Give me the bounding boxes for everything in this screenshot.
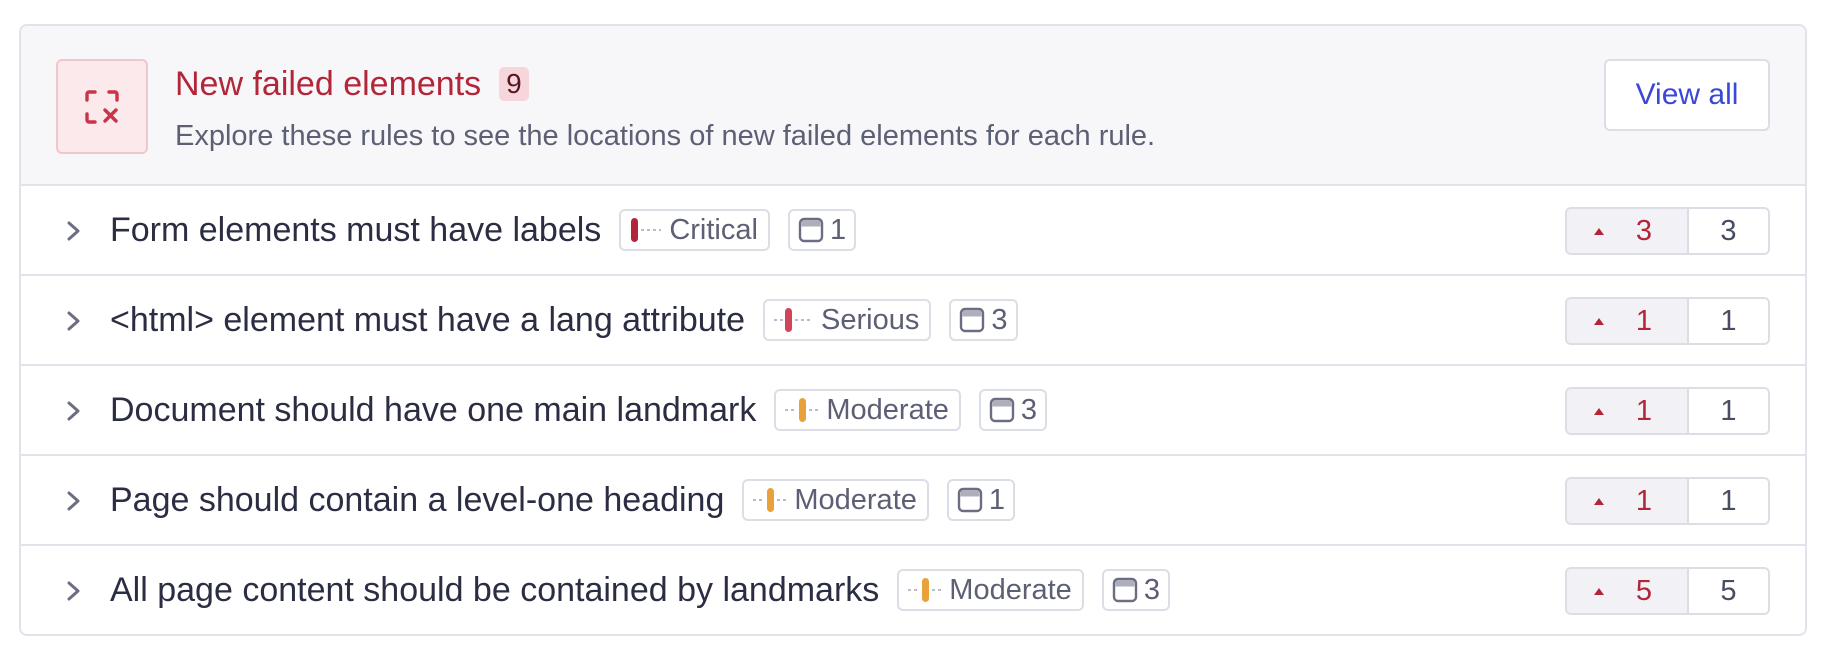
rule-row[interactable]: Document should have one main landmark M… [21, 366, 1805, 456]
new-elements-count: 1 [1567, 389, 1689, 433]
rule-row[interactable]: All page content should be contained by … [21, 546, 1805, 634]
severity-badge: Critical [619, 209, 770, 251]
pages-count: 3 [1143, 573, 1160, 606]
rule-row[interactable]: <html> element must have a lang attribut… [21, 276, 1805, 366]
browser-window-icon [957, 487, 983, 513]
chevron-right-icon[interactable] [62, 216, 86, 246]
caret-up-icon [1593, 318, 1604, 325]
critical-severity-icon [631, 218, 662, 242]
new-count-value: 5 [1635, 574, 1653, 607]
rule-title: Page should contain a level-one heading [110, 480, 725, 519]
caret-up-icon [1593, 588, 1604, 595]
severity-label: Serious [821, 303, 920, 336]
total-elements-count: 5 [1689, 569, 1768, 613]
severity-badge: Moderate [774, 389, 961, 431]
browser-window-icon [989, 397, 1015, 423]
element-stats: 1 1 [1565, 387, 1770, 435]
new-elements-count: 3 [1567, 209, 1689, 253]
element-stats: 1 1 [1565, 297, 1770, 345]
severity-label: Moderate [826, 393, 949, 426]
moderate-severity-icon [908, 578, 943, 602]
browser-window-icon [960, 307, 985, 333]
rule-row[interactable]: Form elements must have labels Critical … [21, 186, 1805, 276]
rule-title: Document should have one main landmark [110, 390, 757, 429]
pages-count: 1 [988, 483, 1006, 516]
new-failed-elements-panel: New failed elements 9 Explore these rule… [19, 24, 1807, 636]
pages-badge: 3 [978, 389, 1048, 431]
rule-row[interactable]: Page should contain a level-one heading … [21, 456, 1805, 546]
pages-count: 3 [1020, 393, 1038, 426]
severity-badge: Serious [763, 299, 932, 341]
new-elements-count: 1 [1567, 299, 1689, 343]
rule-title: All page content should be contained by … [110, 570, 880, 609]
severity-badge: Moderate [742, 479, 929, 521]
view-all-button[interactable]: View all [1604, 59, 1770, 131]
severity-label: Moderate [949, 573, 1072, 606]
pages-badge: 3 [949, 299, 1018, 341]
moderate-severity-icon [753, 488, 788, 512]
chevron-right-icon[interactable] [62, 306, 86, 336]
rule-title: Form elements must have labels [110, 210, 602, 249]
rule-title: <html> element must have a lang attribut… [110, 300, 746, 339]
total-elements-count: 1 [1689, 299, 1768, 343]
element-stats: 5 5 [1565, 567, 1770, 615]
severity-label: Moderate [794, 483, 917, 516]
pages-badge: 1 [787, 209, 857, 251]
panel-subtitle: Explore these rules to see the locations… [175, 120, 1156, 152]
failed-elements-icon [56, 59, 148, 154]
severity-badge: Moderate [897, 569, 1084, 611]
new-count-value: 3 [1635, 214, 1653, 247]
pages-badge: 1 [946, 479, 1016, 521]
panel-title: New failed elements [175, 65, 482, 103]
browser-window-icon [798, 217, 824, 243]
total-elements-count: 1 [1689, 389, 1768, 433]
element-stats: 1 1 [1565, 477, 1770, 525]
chevron-right-icon[interactable] [62, 576, 86, 606]
failed-count-badge: 9 [499, 67, 529, 101]
pages-count: 1 [829, 213, 847, 246]
new-count-value: 1 [1635, 394, 1653, 427]
new-count-value: 1 [1635, 304, 1653, 337]
caret-up-icon [1593, 498, 1604, 505]
total-elements-count: 3 [1689, 209, 1768, 253]
new-elements-count: 1 [1567, 479, 1689, 523]
pages-count: 3 [991, 303, 1008, 336]
chevron-right-icon[interactable] [62, 396, 86, 426]
browser-window-icon [1112, 577, 1138, 603]
severity-label: Critical [669, 213, 758, 246]
new-count-value: 1 [1635, 484, 1653, 517]
caret-up-icon [1593, 228, 1604, 235]
pages-badge: 3 [1101, 569, 1170, 611]
moderate-severity-icon [785, 398, 820, 422]
serious-severity-icon [774, 308, 814, 332]
new-elements-count: 5 [1567, 569, 1689, 613]
total-elements-count: 1 [1689, 479, 1768, 523]
element-stats: 3 3 [1565, 207, 1770, 255]
caret-up-icon [1593, 408, 1604, 415]
panel-header: New failed elements 9 Explore these rule… [21, 26, 1805, 186]
chevron-right-icon[interactable] [62, 486, 86, 516]
